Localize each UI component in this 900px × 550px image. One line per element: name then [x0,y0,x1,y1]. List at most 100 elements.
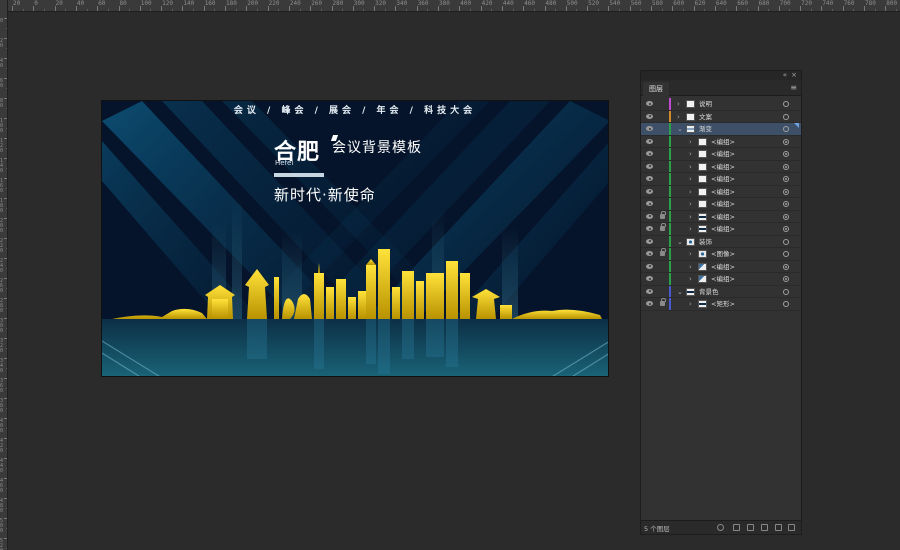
visibility-eye-icon[interactable] [646,101,653,106]
tab-layers[interactable]: 图层 [643,82,669,96]
visibility-eye-icon[interactable] [646,163,653,169]
artboard-canvas[interactable]: 会议 / 峰会 / 展会 / 年会 / 科技大会 合肥 Hefei 会议背景模板… [101,100,609,377]
layer-row[interactable]: › <编组> [641,160,801,173]
layer-row[interactable]: ⌄ 背景色 [641,285,801,298]
layer-row[interactable]: › 说明 [641,98,801,111]
layer-name[interactable]: <编组> [711,211,735,223]
layer-row[interactable]: › <矩形> [641,298,801,311]
target-circle-icon[interactable] [783,238,789,245]
target-circle-icon[interactable] [783,113,789,120]
target-circle-icon[interactable] [783,163,789,170]
layer-name[interactable]: 装饰 [699,236,712,248]
layer-row[interactable]: › 文案 [641,110,801,123]
target-circle-icon[interactable] [783,151,789,157]
layer-name[interactable]: <矩形> [711,298,735,310]
visibility-eye-icon[interactable] [646,213,653,219]
target-circle-icon[interactable] [783,126,789,132]
target-circle-icon[interactable] [783,101,789,107]
chevron-right-icon[interactable]: › [689,298,692,310]
visibility-eye-icon[interactable] [646,138,653,144]
visibility-eye-icon[interactable] [646,238,653,244]
layer-row[interactable]: › <编组> [641,148,801,161]
lock-icon[interactable] [660,223,666,231]
target-circle-icon[interactable] [783,251,789,257]
visibility-eye-icon[interactable] [646,263,653,269]
target-circle-icon[interactable] [783,263,789,270]
layer-name[interactable]: <编组> [711,148,735,160]
visibility-eye-icon[interactable] [646,201,653,206]
visibility-eye-icon[interactable] [646,126,653,131]
create-sublayer-icon[interactable] [761,524,768,531]
chevron-right-icon[interactable]: › [689,136,692,148]
new-layer-icon[interactable] [775,524,782,531]
layer-row[interactable]: › <编组> [641,198,801,211]
layer-row[interactable]: › <编组> [641,185,801,198]
chevron-right-icon[interactable]: › [677,98,680,110]
visibility-eye-icon[interactable] [646,276,653,281]
layer-name[interactable]: <编组> [711,261,735,273]
visibility-eye-icon[interactable] [646,176,653,181]
layer-name[interactable]: <编组> [711,173,735,185]
target-circle-icon[interactable] [783,276,789,282]
chevron-down-icon[interactable]: ⌄ [677,286,683,298]
search-icon[interactable] [717,524,724,531]
make-clipping-mask-icon[interactable] [747,524,754,531]
layer-name[interactable]: 文案 [699,111,712,123]
visibility-eye-icon[interactable] [646,226,653,231]
horizontal-ruler[interactable]: 20 0 20 40 60 80 100 120 140 160 180 200 220 240 260 28… [8,0,900,12]
vertical-ruler[interactable]: 0 20 40 60 80 100 120 140 160 180 200 220 240 260 280 3… [0,0,8,550]
visibility-eye-icon[interactable] [646,188,653,194]
layer-name[interactable]: <编组> [711,136,735,148]
layer-name[interactable]: 渐变 [699,123,712,135]
layer-row[interactable]: › <编组> [641,223,801,236]
target-circle-icon[interactable] [783,138,789,145]
lock-icon[interactable] [660,248,666,256]
chevron-right-icon[interactable]: › [689,261,692,273]
layer-row[interactable]: › <编组> [641,135,801,148]
lock-icon[interactable] [660,298,666,306]
layer-name[interactable]: 说明 [699,98,712,110]
layer-name[interactable]: <编组> [711,198,735,210]
chevron-right-icon[interactable]: › [689,186,692,198]
close-panel-icon[interactable]: × [791,71,797,80]
layers-panel[interactable]: « × 图层 ≡ › 说明 › 文案 ⌄ 渐变 › <编组> › <编组> › <编组> › <编组> › <… [640,70,802,535]
chevron-right-icon[interactable]: › [689,161,692,173]
layer-name[interactable]: 背景色 [699,286,719,298]
layer-name[interactable]: <编组> [711,186,735,198]
visibility-eye-icon[interactable] [646,251,653,256]
lock-icon[interactable] [660,210,666,219]
target-circle-icon[interactable] [783,301,789,307]
layer-row[interactable]: ⌄ 渐变 [641,123,801,136]
chevron-down-icon[interactable]: ⌄ [677,236,683,248]
chevron-right-icon[interactable]: › [689,248,692,260]
layer-name[interactable]: <编组> [711,273,735,285]
chevron-right-icon[interactable]: › [689,211,692,223]
visibility-eye-icon[interactable] [646,288,653,294]
layer-name[interactable]: <编组> [711,223,735,235]
layer-name[interactable]: <编组> [711,161,735,173]
chevron-right-icon[interactable]: › [689,273,692,285]
chevron-right-icon[interactable]: › [677,111,680,123]
chevron-right-icon[interactable]: › [689,173,692,185]
layer-row[interactable]: ⌄ 装饰 [641,235,801,248]
chevron-right-icon[interactable]: › [689,198,692,210]
collapse-panel-icon[interactable]: « [783,71,787,80]
panel-titlebar[interactable]: « × [641,71,801,80]
target-circle-icon[interactable] [783,226,789,232]
target-circle-icon[interactable] [783,288,789,295]
target-circle-icon[interactable] [783,176,789,182]
layer-row[interactable]: › <编组> [641,260,801,273]
target-circle-icon[interactable] [783,201,789,207]
visibility-eye-icon[interactable] [646,113,653,119]
chevron-right-icon[interactable]: › [689,148,692,160]
visibility-eye-icon[interactable] [646,151,653,156]
chevron-down-icon[interactable]: ⌄ [677,123,683,135]
trash-icon[interactable] [788,524,795,531]
chevron-right-icon[interactable]: › [689,223,692,235]
target-circle-icon[interactable] [783,188,789,195]
panel-menu-icon[interactable]: ≡ [790,83,797,92]
layer-row[interactable]: › <编组> [641,210,801,223]
layer-row[interactable]: › <编组> [641,173,801,186]
collect-export-icon[interactable] [733,524,740,531]
layer-row[interactable]: › <编组> [641,273,801,286]
